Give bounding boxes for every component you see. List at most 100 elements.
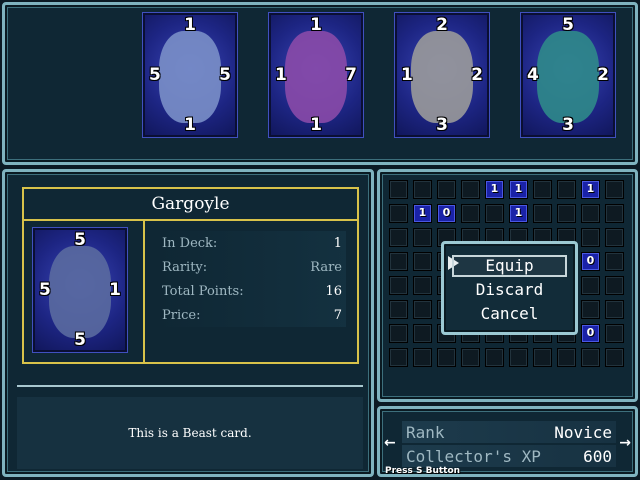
card-1-bottom-value: 1 [184,115,196,135]
card-2-top-value: 1 [310,15,322,35]
rank-label: Rank [406,422,445,442]
detail-card-left-value: 5 [39,280,51,300]
empty-card-slot[interactable] [413,324,432,343]
right-arrow-icon[interactable]: → [619,435,631,451]
card-art-2 [285,31,347,123]
detail-card-top-value: 5 [74,230,86,250]
empty-card-slot[interactable] [581,300,600,319]
empty-card-slot[interactable] [581,204,600,223]
empty-card-slot[interactable] [413,228,432,247]
top-card-2[interactable]: 1 1 7 1 [269,13,363,137]
left-arrow-icon[interactable]: ← [384,435,396,451]
top-card-4[interactable]: 5 4 2 3 [521,13,615,137]
owned-card-slot[interactable]: 1 [509,180,528,199]
detail-card-right-value: 1 [109,280,121,300]
stat-price: Price: 7 [158,303,346,327]
gargoyle-art [49,246,111,338]
card-2-right-value: 7 [345,65,357,85]
description-box: This is a Beast card. [17,397,363,469]
empty-card-slot[interactable] [605,228,624,247]
empty-card-slot[interactable] [413,348,432,367]
empty-card-slot[interactable] [605,252,624,271]
rank-row: Rank Novice [402,421,616,443]
card-2-left-value: 1 [275,65,287,85]
top-card-3[interactable]: 2 1 2 3 [395,13,489,137]
empty-card-slot[interactable] [533,204,552,223]
empty-card-slot[interactable] [461,204,480,223]
card-count-badge: 1 [418,206,427,219]
empty-card-slot[interactable] [413,180,432,199]
card-count-badge: 1 [586,182,595,195]
card-detail-box: Gargoyle 5 5 1 5 In Deck: 1 Rarity: Rare… [22,187,359,364]
owned-card-slot[interactable]: 0 [581,324,600,343]
empty-card-slot[interactable] [581,348,600,367]
empty-card-slot[interactable] [437,348,456,367]
card-4-bottom-value: 3 [562,115,574,135]
owned-card-slot[interactable]: 1 [581,180,600,199]
empty-card-slot[interactable] [605,324,624,343]
empty-card-slot[interactable] [413,300,432,319]
card-art-4 [537,31,599,123]
stat-in-deck: In Deck: 1 [158,231,346,255]
empty-card-slot[interactable] [605,300,624,319]
card-detail-panel: Gargoyle 5 5 1 5 In Deck: 1 Rarity: Rare… [2,169,374,477]
empty-card-slot[interactable] [557,348,576,367]
card-3-left-value: 1 [401,65,413,85]
empty-card-slot[interactable] [389,252,408,271]
card-count-badge: 1 [490,182,499,195]
card-count-badge: 0 [442,206,451,219]
detail-divider [143,219,145,364]
empty-card-slot[interactable] [389,228,408,247]
card-description: This is a Beast card. [128,426,252,440]
empty-card-slot[interactable] [485,204,504,223]
card-3-top-value: 2 [436,15,448,35]
empty-card-slot[interactable] [413,252,432,271]
empty-card-slot[interactable] [605,348,624,367]
rank-value: Novice [554,422,612,442]
card-4-top-value: 5 [562,15,574,35]
card-name: Gargoyle [24,189,357,221]
empty-card-slot[interactable] [389,180,408,199]
empty-card-slot[interactable] [461,348,480,367]
empty-card-slot[interactable] [389,276,408,295]
empty-card-slot[interactable] [413,276,432,295]
card-1-right-value: 5 [219,65,231,85]
detail-card-image: 5 5 1 5 [33,228,127,352]
empty-card-slot[interactable] [605,180,624,199]
card-2-bottom-value: 1 [310,115,322,135]
owned-card-slot[interactable]: 1 [509,204,528,223]
empty-card-slot[interactable] [389,204,408,223]
empty-card-slot[interactable] [557,204,576,223]
empty-card-slot[interactable] [605,276,624,295]
stat-label: Rarity: [162,259,208,275]
owned-card-slot[interactable]: 0 [437,204,456,223]
owned-card-slot[interactable]: 1 [413,204,432,223]
owned-card-slot[interactable]: 1 [485,180,504,199]
empty-card-slot[interactable] [581,228,600,247]
card-4-left-value: 4 [527,65,539,85]
empty-card-slot[interactable] [605,204,624,223]
empty-card-slot[interactable] [437,180,456,199]
stat-rarity: Rarity: Rare [158,255,346,279]
empty-card-slot[interactable] [581,276,600,295]
empty-card-slot[interactable] [509,348,528,367]
menu-discard[interactable]: Discard [452,279,567,301]
empty-card-slot[interactable] [533,348,552,367]
menu-equip[interactable]: Equip [452,255,567,277]
xp-value: 600 [583,446,612,466]
detail-separator [17,385,363,387]
top-card-1[interactable]: 1 5 5 1 [143,13,237,137]
empty-card-slot[interactable] [557,180,576,199]
empty-card-slot[interactable] [461,180,480,199]
empty-card-slot[interactable] [533,180,552,199]
empty-card-slot[interactable] [389,324,408,343]
collection-top-panel: 1 5 5 1 1 1 7 1 2 1 2 3 5 4 2 3 [2,2,638,165]
menu-cancel[interactable]: Cancel [452,303,567,325]
empty-card-slot[interactable] [389,300,408,319]
xp-label: Collector's XP [406,446,541,466]
stat-value: 7 [333,307,342,323]
owned-card-slot[interactable]: 0 [581,252,600,271]
empty-card-slot[interactable] [389,348,408,367]
empty-card-slot[interactable] [485,348,504,367]
card-count-badge: 0 [586,326,595,339]
